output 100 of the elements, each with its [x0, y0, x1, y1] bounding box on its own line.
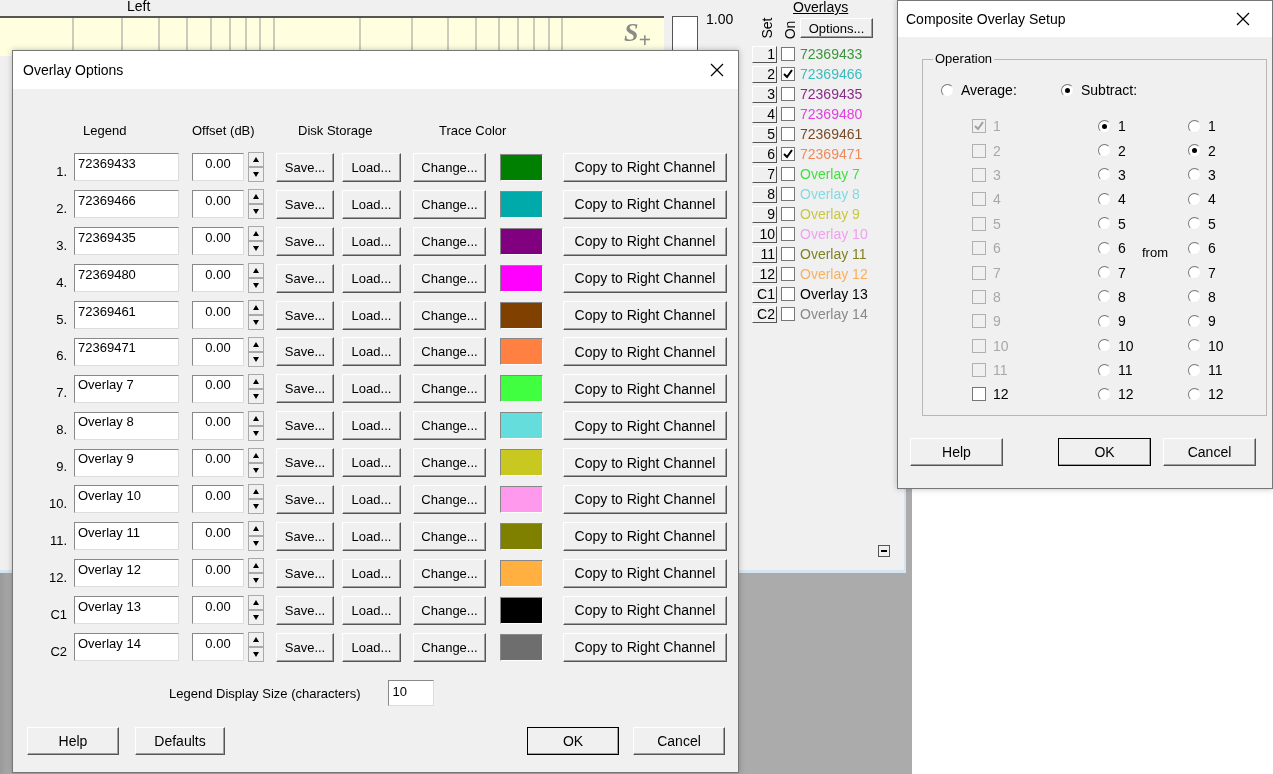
load-button[interactable]: Load... [342, 189, 401, 219]
first-overlay-radio[interactable]: 6 [1098, 240, 1142, 257]
copy-button[interactable]: Copy to Right Channel [563, 558, 727, 588]
spinner-icon[interactable] [248, 373, 264, 404]
first-overlay-radio[interactable]: 8 [1098, 288, 1142, 305]
spinner-icon[interactable] [248, 152, 264, 183]
set-button[interactable]: C2 [752, 305, 777, 323]
load-button[interactable]: Load... [342, 595, 401, 625]
offset-field[interactable]: 0.00 [192, 411, 244, 440]
set-button[interactable]: 1 [752, 45, 777, 63]
change-button[interactable]: Change... [413, 595, 486, 625]
save-button[interactable]: Save... [276, 411, 334, 441]
average-checkbox[interactable]: 12 [972, 386, 1098, 403]
offset-field[interactable]: 0.00 [192, 374, 244, 403]
save-button[interactable]: Save... [276, 189, 334, 219]
checkbox[interactable] [781, 67, 795, 81]
legend-field[interactable]: 72369461 [74, 301, 179, 329]
set-button[interactable]: 12 [752, 265, 777, 283]
checkbox[interactable] [781, 207, 795, 221]
checkbox[interactable] [781, 107, 795, 121]
checkbox[interactable] [781, 187, 795, 201]
offset-field[interactable]: 0.00 [192, 522, 244, 551]
load-button[interactable]: Load... [342, 374, 401, 404]
offset-field[interactable]: 0.00 [192, 448, 244, 477]
copy-button[interactable]: Copy to Right Channel [563, 152, 727, 182]
offset-field[interactable]: 0.00 [192, 559, 244, 588]
first-overlay-radio[interactable]: 11 [1098, 362, 1142, 379]
copy-button[interactable]: Copy to Right Channel [563, 263, 727, 293]
save-button[interactable]: Save... [276, 558, 334, 588]
first-overlay-radio[interactable]: 1 [1098, 118, 1142, 135]
checkbox[interactable] [781, 247, 795, 261]
second-overlay-radio[interactable]: 5 [1188, 215, 1248, 232]
set-button[interactable]: 5 [752, 125, 777, 143]
offset-field[interactable]: 0.00 [192, 301, 244, 329]
second-overlay-radio[interactable]: 4 [1188, 191, 1248, 208]
legend-field[interactable]: Overlay 11 [74, 522, 179, 551]
change-button[interactable]: Change... [413, 374, 486, 404]
change-button[interactable]: Change... [413, 632, 486, 662]
copy-button[interactable]: Copy to Right Channel [563, 484, 727, 514]
save-button[interactable]: Save... [276, 263, 334, 293]
save-button[interactable]: Save... [276, 484, 334, 514]
help-button[interactable]: Help [27, 727, 119, 756]
change-button[interactable]: Change... [413, 558, 486, 588]
checkbox[interactable] [781, 87, 795, 101]
load-button[interactable]: Load... [342, 226, 401, 256]
copy-button[interactable]: Copy to Right Channel [563, 226, 727, 256]
spinner-icon[interactable] [248, 410, 264, 441]
second-overlay-radio[interactable]: 9 [1188, 313, 1248, 330]
load-button[interactable]: Load... [342, 152, 401, 182]
save-button[interactable]: Save... [276, 337, 334, 367]
first-overlay-radio[interactable]: 9 [1098, 313, 1142, 330]
second-overlay-radio[interactable]: 2 [1188, 142, 1248, 159]
legend-field[interactable]: Overlay 7 [74, 374, 179, 403]
spinner-icon[interactable] [248, 484, 264, 515]
set-button[interactable]: 8 [752, 185, 777, 203]
second-overlay-radio[interactable]: 10 [1188, 337, 1248, 354]
copy-button[interactable]: Copy to Right Channel [563, 189, 727, 219]
second-overlay-radio[interactable]: 6 [1188, 240, 1248, 257]
save-button[interactable]: Save... [276, 632, 334, 662]
legend-field[interactable]: 72369480 [74, 264, 179, 293]
help-button[interactable]: Help [910, 438, 1003, 466]
spinner-icon[interactable] [248, 336, 264, 367]
load-button[interactable]: Load... [342, 411, 401, 441]
set-button[interactable]: 3 [752, 85, 777, 103]
set-button[interactable]: 4 [752, 105, 777, 123]
spinner-icon[interactable] [248, 226, 264, 257]
change-button[interactable]: Change... [413, 152, 486, 182]
save-button[interactable]: Save... [276, 595, 334, 625]
spinner-icon[interactable] [248, 447, 264, 478]
second-overlay-radio[interactable]: 8 [1188, 288, 1248, 305]
spinner-icon[interactable] [248, 558, 264, 589]
offset-field[interactable]: 0.00 [192, 596, 244, 625]
checkbox[interactable] [781, 267, 795, 281]
save-button[interactable]: Save... [276, 521, 334, 551]
defaults-button[interactable]: Defaults [135, 727, 225, 756]
spinner-icon[interactable] [248, 263, 264, 294]
second-overlay-radio[interactable]: 12 [1188, 386, 1248, 403]
second-overlay-radio[interactable]: 7 [1188, 264, 1248, 281]
save-button[interactable]: Save... [276, 152, 334, 182]
spinner-icon[interactable] [248, 595, 264, 626]
change-button[interactable]: Change... [413, 337, 486, 367]
cancel-button[interactable]: Cancel [1163, 438, 1256, 466]
checkbox[interactable] [781, 127, 795, 141]
set-button[interactable]: 11 [752, 245, 777, 263]
legend-field[interactable]: Overlay 12 [74, 559, 179, 588]
set-button[interactable]: C1 [752, 285, 777, 303]
cancel-button[interactable]: Cancel [633, 727, 725, 756]
second-overlay-radio[interactable]: 3 [1188, 166, 1248, 183]
legend-field[interactable]: 72369435 [74, 227, 179, 256]
legend-field[interactable]: 72369433 [74, 153, 179, 182]
checkbox[interactable] [781, 167, 795, 181]
set-button[interactable]: 9 [752, 205, 777, 223]
checkbox[interactable] [781, 227, 795, 241]
set-button[interactable]: 2 [752, 65, 777, 83]
spinner-icon[interactable] [248, 521, 264, 552]
load-button[interactable]: Load... [342, 521, 401, 551]
checkbox[interactable] [781, 307, 795, 321]
legend-field[interactable]: Overlay 14 [74, 633, 179, 661]
copy-button[interactable]: Copy to Right Channel [563, 595, 727, 625]
offset-field[interactable]: 0.00 [192, 153, 244, 182]
